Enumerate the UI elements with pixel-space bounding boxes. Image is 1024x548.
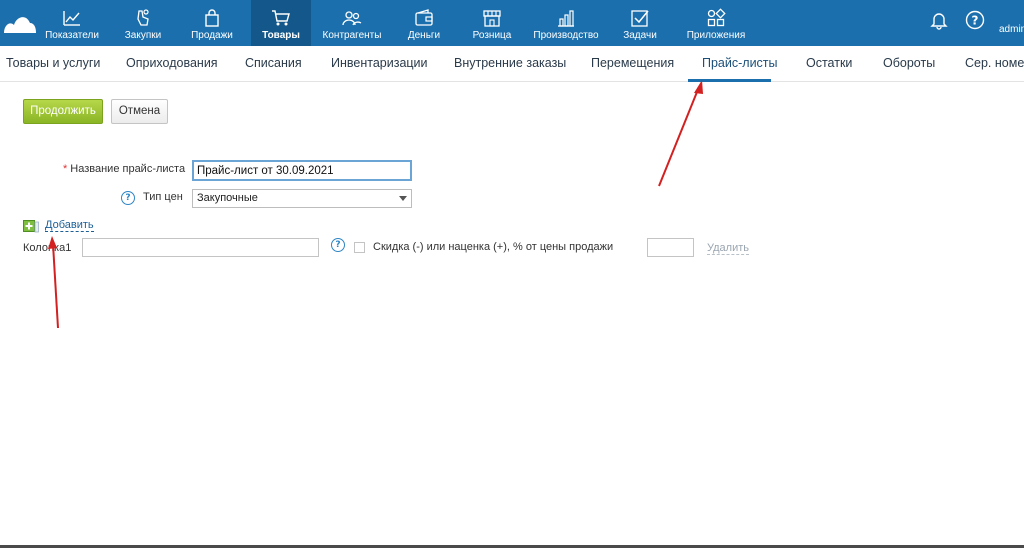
subnav-item-goods-services[interactable]: Товары и услуги <box>6 56 100 70</box>
nav-item-label: Показатели <box>45 30 99 41</box>
svg-text:?: ? <box>972 14 979 28</box>
nav-item-label: Приложения <box>686 30 746 41</box>
price-list-name-input[interactable] <box>192 160 412 181</box>
annotation-arrow-to-add <box>52 243 59 329</box>
apps-grid-icon <box>707 8 726 27</box>
subnav-item-receipts[interactable]: Оприходования <box>126 56 218 70</box>
continue-button[interactable]: Продолжить <box>23 99 103 124</box>
nav-item-counterparties[interactable]: Контрагенты <box>318 0 386 46</box>
nav-item-retail[interactable]: Розница <box>462 0 522 46</box>
active-tab-indicator <box>688 79 771 82</box>
nav-item-label: Продажи <box>191 30 233 41</box>
factory-icon <box>558 10 574 27</box>
nav-item-sales[interactable]: Продажи <box>182 0 242 46</box>
annotation-arrowhead-to-price-lists <box>694 80 703 94</box>
add-column-icon[interactable] <box>23 220 39 233</box>
column-name-input[interactable] <box>82 238 319 257</box>
shopping-bag-icon <box>205 9 219 27</box>
cancel-button[interactable]: Отмена <box>111 99 168 124</box>
subnav-item-write-offs[interactable]: Списания <box>245 56 302 70</box>
discount-label: Скидка (-) или наценка (+), % от цены пр… <box>373 241 614 253</box>
brand-logo-icon[interactable] <box>2 9 38 37</box>
help-circle-icon[interactable]: ? <box>965 10 985 30</box>
subnav-item-serial-numbers[interactable]: Сер. номера <box>965 56 1024 70</box>
nav-item-label: Закупки <box>124 30 162 41</box>
nav-item-purchases[interactable]: Закупки <box>114 0 172 46</box>
nav-item-label: Товары <box>262 30 300 41</box>
people-icon <box>342 11 362 26</box>
subnav-item-transfers[interactable]: Перемещения <box>591 56 674 70</box>
cart-icon <box>272 10 290 26</box>
sub-navigation: Товары и услуги Оприходования Списания И… <box>0 46 1024 82</box>
subnav-item-stock[interactable]: Остатки <box>806 56 852 70</box>
nav-item-label: Розница <box>472 30 512 41</box>
discount-checkbox[interactable] <box>354 242 365 253</box>
help-icon[interactable]: ? <box>121 191 135 205</box>
price-type-label: Тип цен <box>143 191 183 203</box>
help-icon[interactable]: ? <box>331 238 345 252</box>
nav-item-money[interactable]: Деньги <box>396 0 452 46</box>
discount-percent-input[interactable] <box>647 238 694 257</box>
nav-item-tasks[interactable]: Задачи <box>612 0 668 46</box>
delete-column-link[interactable]: Удалить <box>707 242 749 255</box>
store-icon <box>483 10 501 27</box>
nav-item-label: Производство <box>533 30 599 41</box>
price-list-name-label: * Название прайс-листа <box>63 163 185 175</box>
bell-icon[interactable] <box>929 10 949 30</box>
price-list-name-text: Название прайс-листа <box>70 163 186 175</box>
wallet-icon <box>415 9 433 26</box>
annotation-arrows <box>48 80 703 329</box>
top-navigation-bar: Показатели Закупки Продажи Товары Контра… <box>0 0 1024 46</box>
add-column-link[interactable]: Добавить <box>45 219 94 232</box>
annotation-arrow-to-price-lists <box>658 86 700 187</box>
nav-item-indicators[interactable]: Показатели <box>38 0 106 46</box>
nav-item-label: Деньги <box>407 30 441 41</box>
subnav-item-internal-orders[interactable]: Внутренние заказы <box>454 56 566 70</box>
chevron-down-icon <box>399 196 407 201</box>
price-type-select[interactable]: Закупочные <box>192 189 412 208</box>
checkbox-task-icon <box>631 10 649 27</box>
column-label: Колонка1 <box>23 242 72 254</box>
chart-line-icon <box>63 11 80 26</box>
nav-item-label: Задачи <box>623 30 657 41</box>
nav-item-goods[interactable]: Товары <box>251 0 311 46</box>
subnav-item-price-lists[interactable]: Прайс-листы <box>702 56 778 70</box>
required-marker: * <box>63 163 68 175</box>
purchase-hand-icon <box>137 9 149 26</box>
user-name[interactable]: admin <box>999 24 1024 35</box>
nav-item-production[interactable]: Производство <box>530 0 602 46</box>
subnav-item-turnovers[interactable]: Обороты <box>883 56 935 70</box>
nav-item-apps[interactable]: Приложения <box>680 0 752 46</box>
price-type-selected-value: Закупочные <box>197 192 258 204</box>
nav-item-label: Контрагенты <box>322 30 382 41</box>
subnav-item-inventories[interactable]: Инвентаризации <box>331 56 428 70</box>
